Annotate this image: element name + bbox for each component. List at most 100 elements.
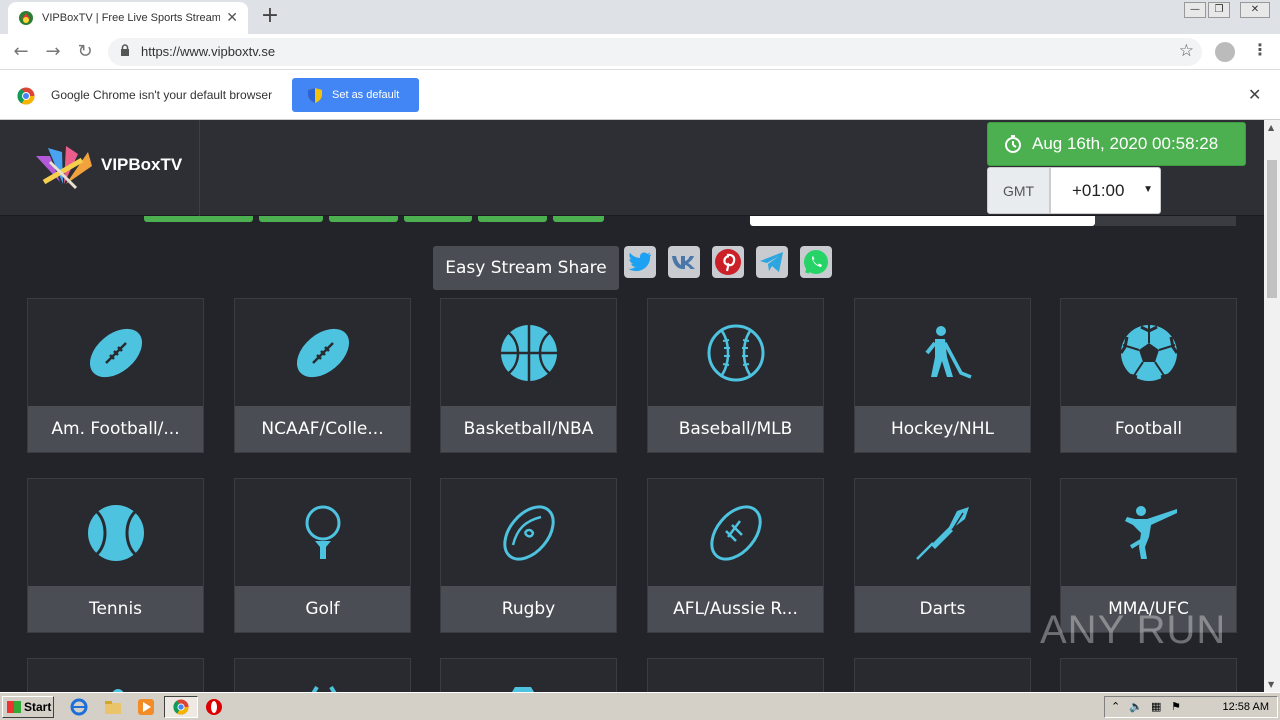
easy-stream-share-button[interactable]: Easy Stream Share [433,246,619,290]
category-label: Baseball/MLB [648,406,823,452]
windows-taskbar: Start ⌃ 🔈 ▦ ⚑ 12:58 AM [0,692,1280,720]
soccer-ball-icon [1119,325,1179,381]
twitter-icon[interactable] [624,246,656,278]
chrome-taskbar-button[interactable] [164,696,198,718]
profile-avatar-icon[interactable] [1215,42,1235,62]
media-player-icon[interactable] [137,698,155,716]
dropdown-caret-icon: ▼ [1143,184,1153,195]
scroll-down-icon[interactable]: ▼ [1268,680,1274,689]
tray-expand-icon[interactable]: ⌃ [1111,700,1120,713]
telegram-icon[interactable] [756,246,788,278]
category-card[interactable]: Football [1060,298,1237,453]
system-tray: ⌃ 🔈 ▦ ⚑ 12:58 AM [1104,696,1278,718]
reload-button[interactable]: ↻ [73,40,97,64]
start-button[interactable]: Start [2,696,54,718]
hockey-icon [925,326,972,379]
browser-toolbar: ← → ↻ https://www.vipboxtv.se ☆ ⋮ [0,34,1280,70]
afl-ball-icon [710,505,762,561]
new-tab-button[interactable]: + [258,5,282,29]
site-logo[interactable]: VIPBoxTV [0,120,200,216]
taskbar-clock[interactable]: 12:58 AM [1223,701,1269,713]
set-as-default-label: Set as default [332,89,400,101]
chrome-taskbar-icon [173,699,189,715]
scrollbar-thumb[interactable] [1267,160,1277,298]
pinterest-icon[interactable] [712,246,744,278]
close-window-button[interactable]: ✕ [1240,2,1270,18]
category-card[interactable] [440,658,617,692]
category-card[interactable]: NCAAF/Colle... [234,298,411,453]
uac-shield-icon [308,87,322,103]
category-card[interactable]: Darts [854,478,1031,633]
category-card[interactable]: Hockey/NHL [854,298,1031,453]
category-label: Tennis [28,586,203,632]
minimize-button[interactable]: — [1184,2,1206,18]
american-football-icon [89,328,143,378]
category-icon-partial [311,685,337,692]
category-label: AFL/Aussie R... [648,586,823,632]
start-label: Start [24,700,52,714]
timezone-select[interactable]: +01:00 ▼ [1050,167,1161,214]
category-icon-partial [112,689,124,692]
dart-icon [916,507,970,560]
whatsapp-icon[interactable] [800,246,832,278]
category-card[interactable]: AFL/Aussie R... [647,478,824,633]
category-card[interactable]: Basketball/NBA [440,298,617,453]
volume-icon[interactable]: 🔈 [1129,700,1143,713]
category-card[interactable] [1060,658,1237,692]
tennis-ball-icon [88,505,144,561]
category-card[interactable]: Tennis [27,478,204,633]
category-label: Football [1061,406,1236,452]
category-label: Darts [855,586,1030,632]
category-label: NCAAF/Colle... [235,406,410,452]
chrome-logo-icon [17,87,35,105]
category-label: Hockey/NHL [855,406,1030,452]
category-card[interactable] [234,658,411,692]
browser-tab[interactable]: VIPBoxTV | Free Live Sports Streams ✕ [8,2,248,34]
forward-button[interactable]: → [41,40,65,64]
bookmark-star-icon[interactable]: ☆ [1179,41,1194,61]
vipbox-favicon-icon [19,11,33,25]
tab-title: VIPBoxTV | Free Live Sports Streams [42,12,221,24]
logo-text: VIPBoxTV [101,155,183,174]
category-card[interactable]: Golf [234,478,411,633]
category-label: Golf [235,586,410,632]
category-card[interactable] [27,658,204,692]
network-icon[interactable]: ▦ [1151,700,1161,713]
category-icon-partial [512,687,534,692]
category-card[interactable]: Am. Football/... [27,298,204,453]
tab-close-icon[interactable]: ✕ [226,10,238,26]
page-scrollbar[interactable]: ▲ ▼ [1264,120,1280,692]
martial-arts-icon [1125,506,1177,559]
category-card[interactable] [854,658,1031,692]
category-label: Rugby [441,586,616,632]
infobar-close-icon[interactable]: ✕ [1248,85,1261,104]
default-browser-infobar: Google Chrome isn't your default browser… [0,70,1280,120]
set-as-default-button[interactable]: Set as default [292,78,419,112]
category-card[interactable]: Baseball/MLB [647,298,824,453]
american-football-icon [296,328,350,378]
maximize-button[interactable]: ❐ [1208,2,1230,18]
scroll-up-icon[interactable]: ▲ [1268,123,1274,132]
category-card[interactable] [647,658,824,692]
url-text: https://www.vipboxtv.se [141,44,276,59]
datetime-text: Aug 16th, 2020 00:58:28 [1032,134,1219,153]
lock-icon [121,44,129,56]
category-label: Am. Football/... [28,406,203,452]
baseball-icon [707,324,765,382]
vk-icon[interactable] [668,246,700,278]
back-button[interactable]: ← [9,40,33,64]
category-card[interactable]: Rugby [440,478,617,633]
internet-explorer-icon[interactable] [70,698,88,716]
site-header: VIPBoxTV Aug 16th, 2020 00:58:28 GMT +01… [0,120,1264,216]
basketball-icon [501,325,557,381]
infobar-message: Google Chrome isn't your default browser [51,88,273,102]
address-bar[interactable]: https://www.vipboxtv.se ☆ [108,38,1202,66]
file-explorer-icon[interactable] [104,698,122,716]
stopwatch-icon [1005,135,1021,153]
chrome-menu-icon[interactable]: ⋮ [1252,40,1268,59]
golf-icon [305,505,341,559]
action-center-flag-icon[interactable]: ⚑ [1171,700,1181,713]
opera-icon[interactable] [205,698,223,716]
anyrun-watermark: ANY RUN [1040,608,1227,652]
current-datetime: Aug 16th, 2020 00:58:28 [987,122,1246,166]
